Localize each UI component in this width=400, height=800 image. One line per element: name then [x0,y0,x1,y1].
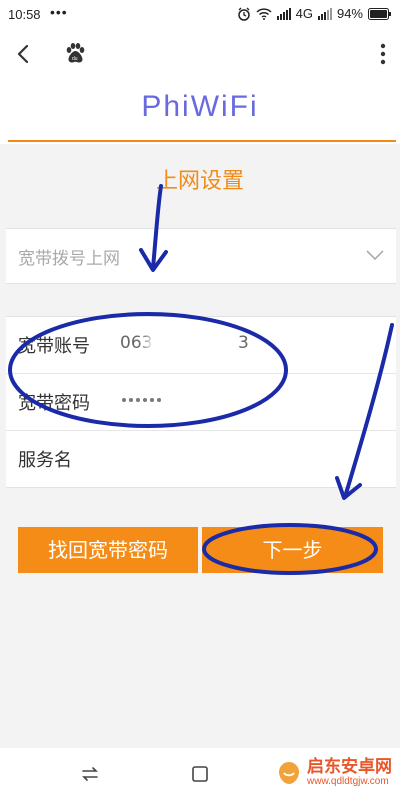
battery-percent: 94% [336,6,363,21]
watermark-main: 启东安卓网 [307,757,392,777]
account-row[interactable]: 宽带账号 063 3 [6,317,396,374]
svg-text:du: du [72,56,78,62]
phiwifi-logo: PhiWiFi [141,90,259,123]
more-vertical-icon[interactable] [380,43,386,65]
baidu-paw-icon[interactable]: du [64,42,86,64]
status-bar: 10:58 ••• 4G 94% [0,0,400,30]
recover-password-button[interactable]: 找回宽带密码 [18,527,198,573]
status-icons: 4G 94% [237,6,392,21]
service-label: 服务名 [18,450,72,471]
home-square-icon[interactable] [190,764,210,784]
password-row[interactable]: 宽带密码 [6,374,396,431]
back-arrow-icon[interactable] [12,42,36,66]
page-title: 上网设置 [155,169,244,194]
signal-icon-2 [317,7,332,20]
password-mask-dot [150,398,154,402]
password-mask-dot [157,398,161,402]
password-label: 宽带密码 [18,393,90,414]
password-mask-dot [136,398,140,402]
brand-divider [8,140,396,142]
watermark-sub: www.qdldtgjw.com [307,776,389,787]
alarm-icon [237,7,250,21]
switch-icon[interactable] [80,764,100,784]
pppoe-form: 宽带账号 063 3 宽带密码 服务名 [6,316,396,488]
account-field-tail: 3 [238,333,249,353]
connection-type-value: 宽带拨号上网 [18,249,120,269]
browser-toolbar: du [0,30,400,78]
battery-icon [368,7,391,20]
notification-dots: ••• [50,4,68,20]
watermark-logo-icon [279,762,299,784]
redaction-blur [152,331,236,359]
site-watermark: 启东安卓网 www.qdldtgjw.com [275,758,392,788]
password-field[interactable] [122,398,161,402]
signal-icon [276,7,291,20]
chevron-down-icon [366,250,384,261]
account-label: 宽带账号 [18,336,90,357]
watermark-text: 启东安卓网 www.qdldtgjw.com [307,758,392,788]
service-row[interactable]: 服务名 [6,431,396,487]
brand-header: PhiWiFi [0,78,400,144]
connection-type-select[interactable]: 宽带拨号上网 [6,228,396,284]
wifi-icon [256,7,272,20]
next-button[interactable]: 下一步 [202,527,383,573]
status-time: 10:58 [8,7,41,22]
password-mask-dot [129,398,133,402]
password-mask-dot [143,398,147,402]
password-mask-dot [122,398,126,402]
account-field[interactable]: 063 [120,333,152,353]
network-type: 4G [295,6,313,21]
